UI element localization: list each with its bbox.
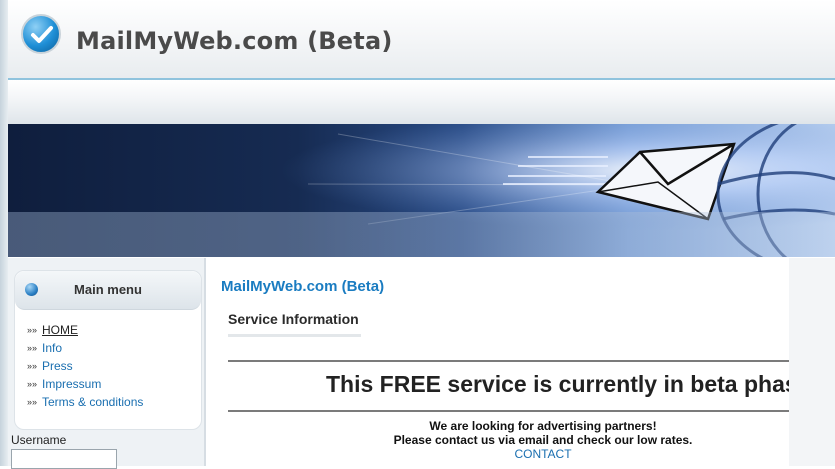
main-content: MailMyWeb.com (Beta) Service Information… xyxy=(206,258,835,466)
menu-item-label[interactable]: Terms & conditions xyxy=(42,395,143,409)
menu-item-label[interactable]: HOME xyxy=(42,323,78,337)
menu-item-press[interactable]: »» Press xyxy=(27,357,143,375)
username-input[interactable] xyxy=(11,449,117,469)
site-header: MailMyWeb.com (Beta) xyxy=(8,0,835,80)
main-menu-title: Main menu xyxy=(74,282,142,297)
menu-item-home[interactable]: »» HOME xyxy=(27,321,143,339)
divider-bottom xyxy=(228,410,835,412)
site-title: MailMyWeb.com (Beta) xyxy=(76,27,393,55)
hero-banner xyxy=(8,124,835,257)
double-chevron-icon: »» xyxy=(27,361,38,371)
username-label: Username xyxy=(11,433,67,447)
double-chevron-icon: »» xyxy=(27,343,38,353)
contact-note: Please contact us via email and check ou… xyxy=(393,433,693,447)
double-chevron-icon: »» xyxy=(27,379,38,389)
window-left-edge xyxy=(0,0,8,466)
menu-item-label[interactable]: Info xyxy=(42,341,62,355)
sidebar: Main menu »» HOME »» Info »» Press »» Impres… xyxy=(8,258,206,469)
contact-link[interactable]: CONTACT xyxy=(228,447,835,461)
checkmark-logo-icon xyxy=(21,14,61,54)
menu-item-label[interactable]: Impressum xyxy=(42,377,101,391)
menu-item-terms[interactable]: »» Terms & conditions xyxy=(27,393,143,411)
main-menu-box: Main menu »» HOME »» Info »» Press »» Impres… xyxy=(14,270,202,430)
page-title: MailMyWeb.com (Beta) xyxy=(221,278,385,295)
advertising-note: We are looking for advertising partners! xyxy=(429,419,657,433)
menu-item-label[interactable]: Press xyxy=(42,359,73,373)
header-subbar xyxy=(8,80,835,124)
double-chevron-icon: »» xyxy=(27,325,38,335)
main-menu-list: »» HOME »» Info »» Press »» Impressum »» Term… xyxy=(27,321,143,411)
section-heading: Service Information xyxy=(228,311,361,337)
double-chevron-icon: »» xyxy=(27,397,38,407)
main-menu-header: Main menu xyxy=(15,271,201,310)
menu-item-impressum[interactable]: »» Impressum xyxy=(27,375,143,393)
banner-lower-band xyxy=(8,212,835,257)
divider-top xyxy=(228,360,835,362)
beta-headline: This FREE service is currently in beta p… xyxy=(326,371,811,397)
right-gutter xyxy=(789,258,835,466)
menu-item-info[interactable]: »» Info xyxy=(27,339,143,357)
